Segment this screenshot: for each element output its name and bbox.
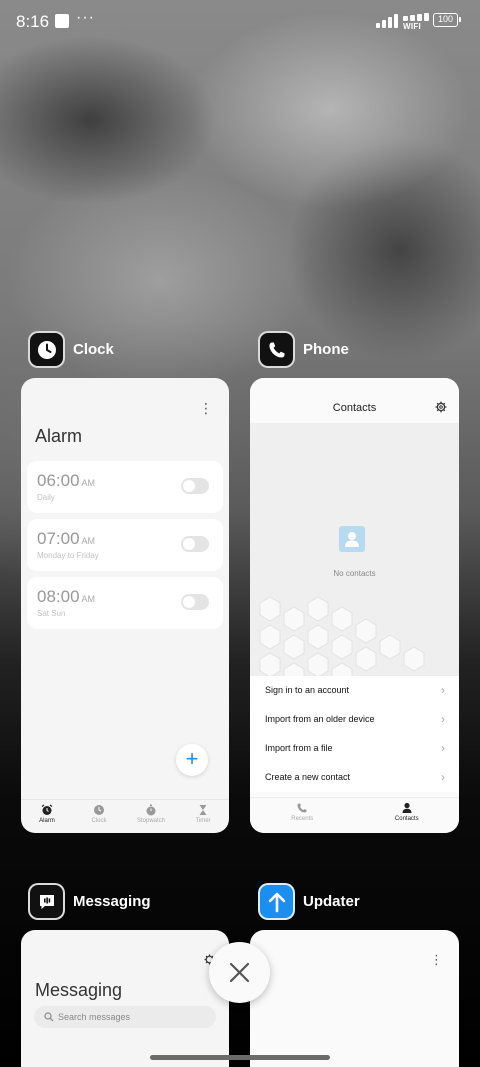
chevron-right-icon: › xyxy=(441,741,445,755)
nav-label: Recents xyxy=(291,816,314,822)
alarm-item[interactable]: 08:00 AM Sat Sun xyxy=(27,577,223,629)
battery-level: 100 xyxy=(437,14,454,24)
bottom-nav: Alarm Clock Stopwatch Timer xyxy=(21,799,229,833)
hexagon-pattern xyxy=(259,596,425,678)
menu-item-sign-in[interactable]: Sign in to an account › xyxy=(250,676,459,705)
nav-recents[interactable]: Recents xyxy=(250,798,355,833)
nav-timer[interactable]: Timer xyxy=(177,800,229,833)
menu-item-label: Import from an older device xyxy=(265,714,375,724)
more-options-icon[interactable]: ⋮ xyxy=(199,400,213,417)
nav-label: Clock xyxy=(91,818,107,824)
alarm-repeat: Sat Sun xyxy=(37,609,66,618)
menu-item-import-device[interactable]: Import from an older device › xyxy=(250,705,459,734)
alarm-time: 06:00 xyxy=(37,471,80,490)
contacts-menu: Sign in to an account › Import from an o… xyxy=(250,676,459,792)
search-input[interactable]: Search messages xyxy=(34,1006,216,1028)
empty-state-text: No contacts xyxy=(333,569,376,578)
alarm-time: 07:00 xyxy=(37,529,80,548)
app-card-updater[interactable]: ⋮ xyxy=(250,930,459,1067)
screen-title: Messaging xyxy=(35,980,123,1000)
alarm-time: 08:00 xyxy=(37,587,80,606)
chevron-right-icon: › xyxy=(441,712,445,726)
nav-alarm[interactable]: Alarm xyxy=(21,800,73,833)
menu-item-label: Create a new contact xyxy=(265,772,351,782)
bottom-nav: Recents Contacts xyxy=(250,797,459,833)
chevron-right-icon: › xyxy=(441,683,445,697)
app-name-updater: Updater xyxy=(303,893,360,910)
menu-item-create-contact[interactable]: Create a new contact › xyxy=(250,763,459,792)
app-header-messaging[interactable]: Messaging xyxy=(28,883,151,920)
nav-label: Alarm xyxy=(39,818,55,824)
app-name-messaging: Messaging xyxy=(73,893,151,910)
clock-icon[interactable] xyxy=(28,331,65,368)
alarm-toggle[interactable] xyxy=(181,536,209,552)
alarm-repeat: Monday to Friday xyxy=(37,551,99,560)
alarm-toggle[interactable] xyxy=(181,594,209,610)
wifi-label: WIFI xyxy=(403,22,422,31)
app-name-phone: Phone xyxy=(303,341,349,358)
contacts-header: Contacts xyxy=(250,378,459,423)
message-icon[interactable] xyxy=(28,883,65,920)
menu-item-import-file[interactable]: Import from a file › xyxy=(250,734,459,763)
alarm-ampm: AM xyxy=(81,536,96,546)
menu-item-label: Import from a file xyxy=(265,743,333,753)
app-header-updater[interactable]: Updater xyxy=(258,883,360,920)
status-bar: 8:16 ··· WIFI 100 xyxy=(0,0,480,44)
close-icon xyxy=(229,962,250,983)
hourglass-icon xyxy=(199,805,207,815)
nav-label: Contacts xyxy=(394,816,419,822)
search-placeholder: Search messages xyxy=(58,1012,131,1022)
screen-title: Alarm xyxy=(35,426,83,446)
screen-title: Contacts xyxy=(332,402,377,414)
wifi-icon: WIFI xyxy=(403,13,429,31)
alarm-icon xyxy=(41,804,53,815)
app-name-clock: Clock xyxy=(73,341,114,358)
clear-all-button[interactable] xyxy=(209,942,270,1003)
stopwatch-icon xyxy=(146,804,156,816)
nav-clock[interactable]: Clock xyxy=(73,800,125,833)
more-notifications-icon: ··· xyxy=(76,9,95,26)
gear-icon[interactable] xyxy=(435,401,447,413)
app-header-phone[interactable]: Phone xyxy=(258,331,349,368)
app-card-clock[interactable]: ⋮ Alarm 06:00 AM Daily 07:00 AM Monday to … xyxy=(21,378,229,833)
app-card-phone[interactable]: Contacts No contacts Sign in to an accou… xyxy=(250,378,459,833)
alarm-item[interactable]: 07:00 AM Monday to Friday xyxy=(27,519,223,571)
person-icon xyxy=(402,802,412,813)
alarm-ampm: AM xyxy=(81,478,96,488)
alarm-item[interactable]: 06:00 AM Daily xyxy=(27,461,223,513)
app-header-clock[interactable]: Clock xyxy=(28,331,114,368)
add-alarm-button[interactable]: + xyxy=(176,744,208,776)
chevron-right-icon: › xyxy=(441,770,445,784)
phone-icon xyxy=(297,803,307,813)
nav-label: Stopwatch xyxy=(136,818,166,824)
phone-icon[interactable] xyxy=(258,331,295,368)
notification-icon xyxy=(55,14,69,28)
alarm-ampm: AM xyxy=(81,594,96,604)
alarm-toggle[interactable] xyxy=(181,478,209,494)
contacts-empty-area: No contacts xyxy=(250,423,459,678)
arrow-up-icon[interactable] xyxy=(258,883,295,920)
nav-stopwatch[interactable]: Stopwatch xyxy=(125,800,177,833)
nav-contacts[interactable]: Contacts xyxy=(355,798,460,833)
status-time: 8:16 xyxy=(16,12,50,31)
clock-icon xyxy=(94,805,104,815)
home-indicator[interactable] xyxy=(150,1055,330,1060)
app-card-messaging[interactable]: Messaging Search messages xyxy=(21,930,229,1067)
alarm-repeat: Daily xyxy=(37,493,55,502)
nav-label: Timer xyxy=(195,818,211,824)
battery-icon: 100 xyxy=(433,13,461,27)
signal-icon xyxy=(376,14,398,28)
more-options-icon[interactable]: ⋮ xyxy=(430,952,443,968)
menu-item-label: Sign in to an account xyxy=(265,685,350,695)
search-icon xyxy=(44,1012,54,1022)
contact-placeholder-icon xyxy=(339,526,365,552)
